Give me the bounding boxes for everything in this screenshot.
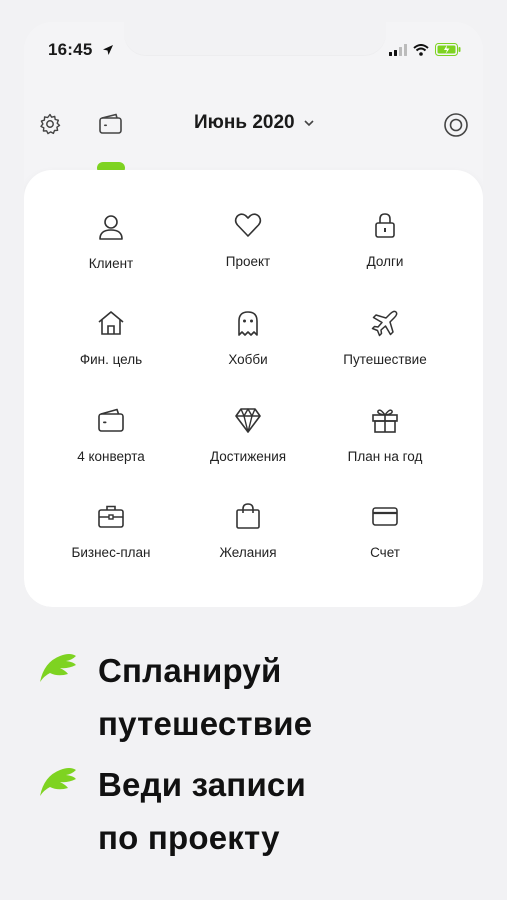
- wifi-icon: [413, 43, 429, 61]
- category-achievements[interactable]: Достижения: [183, 405, 313, 485]
- category-travel[interactable]: Путешествие: [320, 308, 450, 388]
- category-fin-goal[interactable]: Фин. цель: [46, 308, 176, 388]
- promo-line: путешествие: [98, 705, 313, 742]
- category-business-plan[interactable]: Бизнес-план: [46, 501, 176, 581]
- category-year-plan[interactable]: План на год: [320, 405, 450, 485]
- heart-icon: [183, 210, 313, 240]
- category-account[interactable]: Счет: [320, 501, 450, 581]
- battery-icon: [435, 43, 461, 61]
- category-label: 4 конверта: [77, 449, 145, 464]
- category-label: Счет: [370, 545, 400, 560]
- wallet-icon: [46, 405, 176, 435]
- phone-screen: 16:45 Июнь 2020 Клиент Проект Долги Фин.…: [24, 22, 483, 607]
- status-bar: 16:45: [24, 40, 483, 62]
- category-label: Хобби: [228, 352, 268, 367]
- credit-card-icon: [320, 501, 450, 531]
- diamond-icon: [183, 405, 313, 435]
- house-icon: [46, 308, 176, 338]
- month-label: Июнь 2020: [194, 112, 295, 133]
- leaf-icon: [38, 650, 78, 689]
- category-label: План на год: [347, 449, 423, 464]
- category-label: Клиент: [88, 256, 134, 271]
- header: Июнь 2020: [24, 110, 483, 158]
- leaf-icon: [38, 764, 78, 803]
- wallet-icon[interactable]: [98, 112, 124, 141]
- promo-text: Спланируй путешествие: [98, 644, 312, 750]
- category-label: Путешествие: [343, 352, 427, 367]
- gift-icon: [320, 405, 450, 435]
- month-selector[interactable]: Июнь 2020: [194, 112, 315, 134]
- category-label: Желания: [219, 545, 277, 560]
- lock-icon: [320, 210, 450, 240]
- user-icon: [46, 212, 176, 242]
- category-envelopes[interactable]: 4 конверта: [46, 405, 176, 485]
- gear-icon[interactable]: [38, 112, 62, 141]
- promo-line: по проекту: [98, 819, 280, 856]
- category-hobby[interactable]: Хобби: [183, 308, 313, 388]
- category-label: Бизнес-план: [71, 545, 151, 560]
- promo-text: Веди записи по проекту: [98, 758, 306, 864]
- category-wishes[interactable]: Желания: [183, 501, 313, 581]
- category-label: Долги: [366, 254, 404, 269]
- ghost-icon: [183, 308, 313, 338]
- shopping-bag-icon: [183, 501, 313, 531]
- category-project[interactable]: Проект: [183, 210, 313, 290]
- airplane-icon: [320, 308, 450, 338]
- target-icon[interactable]: [443, 112, 469, 143]
- chevron-down-icon: [303, 114, 315, 132]
- category-label: Проект: [225, 254, 271, 269]
- category-card: Клиент Проект Долги Фин. цель Хобби Путе…: [24, 170, 483, 607]
- category-debts[interactable]: Долги: [320, 210, 450, 290]
- promo-line: Веди записи: [98, 766, 306, 803]
- category-client[interactable]: Клиент: [46, 212, 176, 292]
- location-arrow-icon: [102, 43, 114, 61]
- status-indicators: [389, 43, 461, 61]
- category-label: Достижения: [209, 449, 287, 464]
- promo-line: Спланируй: [98, 652, 282, 689]
- briefcase-icon: [46, 501, 176, 531]
- category-label: Фин. цель: [79, 352, 143, 367]
- status-time: 16:45: [48, 40, 93, 59]
- signal-icon: [389, 43, 407, 61]
